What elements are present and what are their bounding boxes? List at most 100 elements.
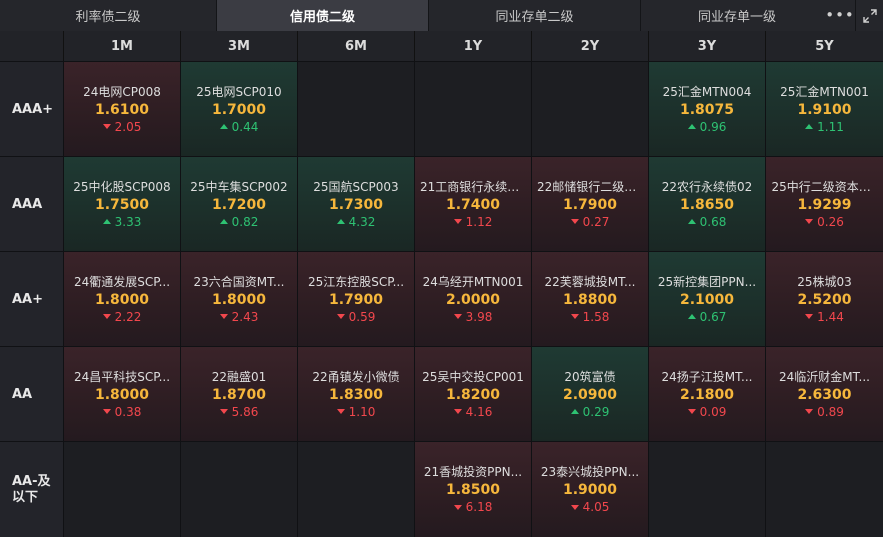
triangle-down-icon (570, 219, 579, 224)
yield-change: 6.18 (453, 499, 492, 515)
rating-label-line: 以下 (12, 489, 39, 505)
bond-yield: 1.8700 (211, 386, 267, 403)
bond-yield: 2.1800 (679, 386, 735, 403)
expand-button[interactable] (855, 0, 883, 31)
yield-change: 0.29 (570, 404, 610, 420)
triangle-up-icon (687, 219, 696, 224)
change-value: 3.33 (114, 214, 142, 229)
yield-change: 2.05 (102, 119, 142, 135)
triangle-up-icon (687, 124, 696, 129)
triangle-down-icon (219, 409, 228, 414)
bond-cell[interactable]: 21香城投资PPN... 1.8500 6.18 (414, 442, 531, 537)
bond-cell[interactable]: 24电网CP008 1.6100 2.05 (63, 62, 180, 156)
rating-row: AAA+ 24电网CP008 1.6100 2.05 25电网SCP010 1.7000 0… (0, 61, 883, 156)
bond-name: 25电网SCP010 (196, 84, 282, 99)
bond-cell[interactable]: 25国航SCP003 1.7300 4.32 (297, 157, 414, 251)
triangle-down-icon (805, 219, 814, 224)
bond-name: 24扬子江投MT... (661, 369, 753, 384)
bond-cell[interactable]: 25电网SCP010 1.7000 0.44 (180, 62, 297, 156)
bond-cell[interactable]: 24临沂财金MT... 2.6300 0.89 (765, 347, 883, 441)
bond-name: 25国航SCP003 (313, 179, 399, 194)
change-value: 1.11 (817, 119, 844, 134)
bond-cell[interactable]: 22芙蓉城投MT... 1.8800 1.58 (531, 252, 648, 346)
credit-bond-matrix-app: 利率债二级 信用债二级 同业存单二级 同业存单一级 ••• 1M 3M 6M 1Y 2Y… (0, 0, 883, 537)
rating-label: AA+ (0, 252, 63, 346)
bond-name: 21工商银行永续债... (420, 179, 526, 194)
change-value: 0.29 (582, 404, 610, 419)
bond-cell[interactable]: 25江东控股SCP... 1.7900 0.59 (297, 252, 414, 346)
bond-cell[interactable]: 25中行二级资本债... 1.9299 0.26 (765, 157, 883, 251)
bond-yield: 1.7900 (328, 291, 384, 308)
bond-yield: 1.7000 (211, 101, 267, 118)
rating-row: AA+ 24衢通发展SCP... 1.8000 2.22 23六合国资MT... 1.80… (0, 251, 883, 346)
yield-change: 4.05 (570, 499, 610, 515)
bond-cell[interactable]: 25株城03 2.5200 1.44 (765, 252, 883, 346)
tab-credit-bond-secondary[interactable]: 信用债二级 (217, 0, 429, 31)
empty-cell (765, 442, 883, 537)
bond-cell[interactable]: 23泰兴城投PPN... 1.9000 4.05 (531, 442, 648, 537)
yield-change: 3.98 (453, 309, 492, 325)
change-value: 2.05 (114, 119, 142, 134)
yield-change: 0.26 (805, 214, 844, 230)
bond-cell[interactable]: 22甬镇发小微债 1.8300 1.10 (297, 347, 414, 441)
tab-rate-bond-secondary[interactable]: 利率债二级 (0, 0, 217, 31)
bond-cell[interactable]: 25汇金MTN004 1.8075 0.96 (648, 62, 765, 156)
column-header-1m[interactable]: 1M (63, 31, 180, 61)
bond-cell[interactable]: 25新控集团PPN... 2.1000 0.67 (648, 252, 765, 346)
bond-cell[interactable]: 25汇金MTN001 1.9100 1.11 (765, 62, 883, 156)
change-value: 1.12 (465, 214, 493, 229)
change-value: 0.44 (231, 119, 259, 134)
change-value: 0.09 (699, 404, 727, 419)
bond-yield: 1.8075 (679, 101, 735, 118)
column-header-3m[interactable]: 3M (180, 31, 297, 61)
bond-cell[interactable]: 23六合国资MT... 1.8000 2.43 (180, 252, 297, 346)
change-value: 0.59 (348, 309, 376, 324)
column-header-6m[interactable]: 6M (297, 31, 414, 61)
bond-cell[interactable]: 20筑富债 2.0900 0.29 (531, 347, 648, 441)
triangle-down-icon (336, 314, 345, 319)
tab-ncd-secondary[interactable]: 同业存单二级 (429, 0, 641, 31)
bond-cell[interactable]: 25吴中交投CP001 1.8200 4.16 (414, 347, 531, 441)
bond-name: 23泰兴城投PPN... (540, 465, 640, 479)
column-header-2y[interactable]: 2Y (531, 31, 648, 61)
bond-cell[interactable]: 25中化股SCP008 1.7500 3.33 (63, 157, 180, 251)
triangle-down-icon (453, 219, 462, 224)
bond-name: 25汇金MTN004 (662, 84, 752, 99)
yield-change: 1.44 (805, 309, 844, 325)
change-value: 1.44 (817, 309, 844, 324)
triangle-down-icon (336, 409, 345, 414)
bond-name: 22农行永续债02 (661, 179, 753, 194)
bond-cell[interactable]: 22邮储银行二级资本... 1.79000.27 (531, 157, 648, 251)
column-header-3y[interactable]: 3Y (648, 31, 765, 61)
bond-cell[interactable]: 22融盛01 1.8700 5.86 (180, 347, 297, 441)
yield-change: 0.59 (336, 309, 376, 325)
bond-name: 23六合国资MT... (193, 274, 285, 289)
bond-cell[interactable]: 25中车集SCP002 1.7200 0.82 (180, 157, 297, 251)
corner-cell (0, 31, 63, 61)
bond-cell[interactable]: 24昌平科技SCP... 1.8000 0.38 (63, 347, 180, 441)
bond-yield: 1.8300 (328, 386, 384, 403)
bond-name: 22融盛01 (211, 369, 267, 384)
bond-cell[interactable]: 21工商银行永续债... 1.7400 1.12 (414, 157, 531, 251)
more-options-button[interactable]: ••• (825, 0, 854, 31)
bond-cell[interactable]: 22农行永续债02 1.8650 0.68 (648, 157, 765, 251)
bond-cell[interactable]: 24衢通发展SCP... 1.8000 2.22 (63, 252, 180, 346)
bond-cell[interactable]: 24乌经开MTN001 2.0000 3.98 (414, 252, 531, 346)
change-value: 4.05 (582, 500, 610, 514)
bond-yield: 1.7400 (445, 196, 501, 213)
bond-name: 24临沂财金MT... (779, 369, 870, 384)
column-header-5y[interactable]: 5Y (765, 31, 883, 61)
change-value: 1.10 (348, 404, 376, 419)
yield-change: 0.44 (219, 119, 259, 135)
empty-cell (531, 62, 648, 156)
triangle-down-icon (805, 409, 814, 414)
yield-change: 1.10 (336, 404, 376, 420)
bond-yield: 1.8650 (679, 196, 735, 213)
change-value: 0.27 (582, 214, 610, 229)
column-header-1y[interactable]: 1Y (414, 31, 531, 61)
bond-yield: 1.8000 (94, 386, 150, 403)
change-value: 1.58 (582, 309, 610, 324)
bond-name: 25吴中交投CP001 (422, 369, 524, 384)
bond-yield: 1.7200 (211, 196, 267, 213)
bond-cell[interactable]: 24扬子江投MT... 2.1800 0.09 (648, 347, 765, 441)
